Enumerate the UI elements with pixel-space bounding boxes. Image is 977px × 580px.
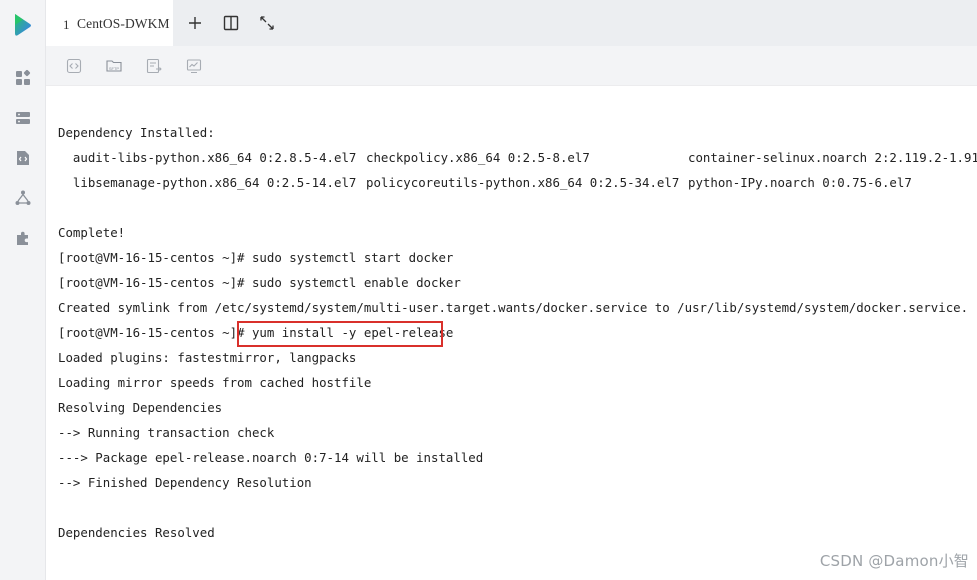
terminal-line: Dependencies Resolved — [58, 525, 215, 540]
sftp-folder-icon[interactable]: SFTP — [105, 57, 123, 75]
code-editor-icon[interactable] — [65, 57, 83, 75]
tab-centos-dwkm[interactable]: 1 CentOS-DWKM — [46, 0, 173, 46]
left-sidebar — [0, 0, 46, 580]
terminal-line: Resolving Dependencies — [58, 400, 223, 415]
terminal-line: [root@VM-16-15-centos ~]# sudo systemctl… — [58, 250, 454, 265]
terminal-output[interactable]: Dependency Installed: audit-libs-python.… — [46, 86, 977, 580]
terminal-column-text: container-selinux.noarch 2:2.119.2-1.911… — [688, 150, 977, 165]
file-transfer-icon[interactable] — [145, 57, 163, 75]
tab-label: CentOS-DWKM — [77, 16, 170, 31]
svg-text:SFTP: SFTP — [109, 66, 120, 71]
server-list-icon[interactable] — [14, 109, 32, 127]
watermark: CSDN @Damon小智 — [819, 552, 969, 570]
terminal-line: ---> Package epel-release.noarch 0:7-14 … — [58, 450, 484, 465]
expand-icon[interactable] — [258, 14, 276, 32]
tab-index: 1 — [63, 17, 70, 32]
terminal-line: Loading mirror speeds from cached hostfi… — [58, 375, 372, 390]
code-file-icon[interactable] — [14, 149, 32, 167]
shell-prompt: [root@VM-16-15-centos ~]# — [58, 325, 245, 340]
topology-icon[interactable] — [14, 189, 32, 207]
plugin-icon[interactable] — [14, 229, 32, 247]
terminal-line: Loaded plugins: fastestmirror, langpacks — [58, 350, 357, 365]
terminal-line: Complete! — [58, 225, 126, 240]
monitor-icon[interactable] — [185, 57, 203, 75]
app-logo-icon — [15, 14, 31, 36]
terminal-column-text: audit-libs-python.x86_64 0:2.8.5-4.el7 — [58, 150, 357, 165]
terminal-line: --> Finished Dependency Resolution — [58, 475, 312, 490]
command-highlight-box — [237, 321, 443, 347]
terminal-column-text: checkpolicy.x86_64 0:2.5-8.el7 — [366, 150, 590, 165]
toolbar: SFTP — [46, 46, 977, 86]
terminal-column-text: python-IPy.noarch 0:0.75-6.el7 — [688, 175, 912, 190]
terminal-column-text: policycoreutils-python.x86_64 0:2.5-34.e… — [366, 175, 680, 190]
terminal-line: libsemanage-python.x86_64 0:2.5-14.el7 po… — [58, 174, 977, 192]
terminal-line: audit-libs-python.x86_64 0:2.8.5-4.el7 ch… — [58, 149, 977, 167]
terminal-line: Dependency Installed: — [58, 125, 215, 140]
tab-bar: 1 CentOS-DWKM — [46, 0, 977, 46]
dashboard-icon[interactable] — [14, 69, 32, 87]
split-view-icon[interactable] — [222, 14, 240, 32]
terminal-line: --> Running transaction check — [58, 425, 275, 440]
add-tab-icon[interactable] — [186, 14, 204, 32]
terminal-line: [root@VM-16-15-centos ~]# sudo systemctl… — [58, 275, 461, 290]
terminal-column-text: libsemanage-python.x86_64 0:2.5-14.el7 — [58, 175, 357, 190]
terminal-line: Created symlink from /etc/systemd/system… — [58, 300, 969, 315]
